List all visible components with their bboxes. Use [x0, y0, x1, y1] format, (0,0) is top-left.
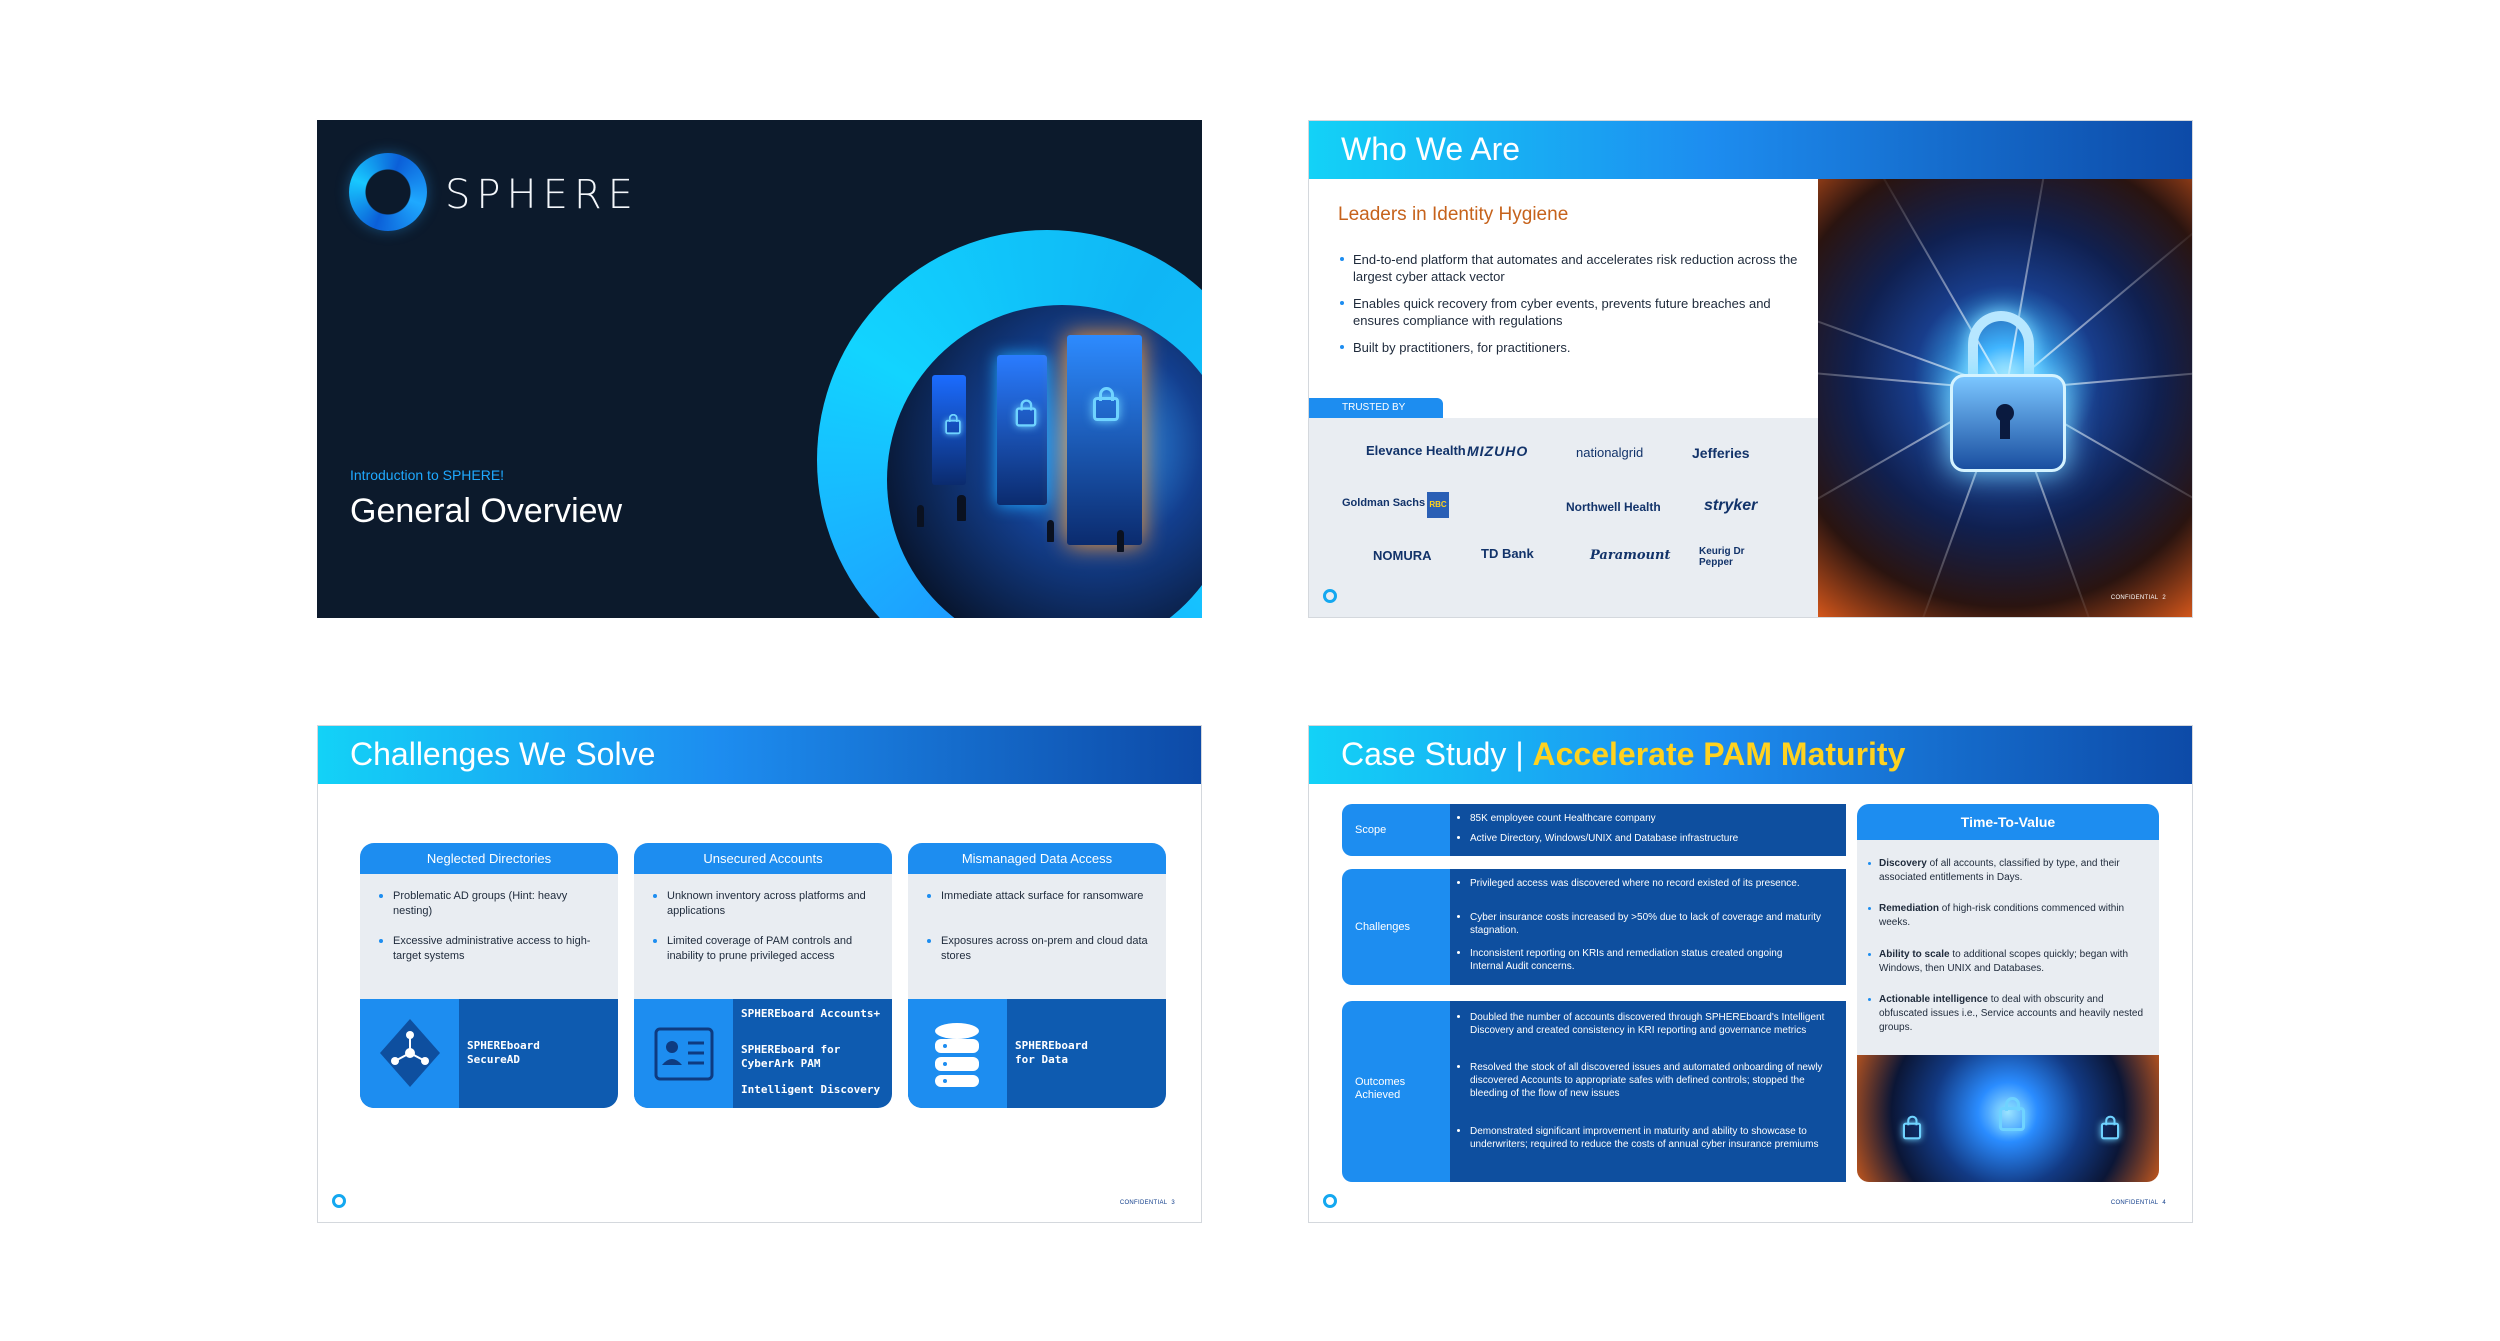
client-logo: NOMURA — [1373, 548, 1432, 563]
slide-kicker: Introduction to SPHERE! — [350, 467, 505, 483]
bullet-item: Resolved the stock of all discovered iss… — [1457, 1061, 1840, 1100]
footer-logo-icon — [1323, 1194, 1337, 1208]
sphere-logo-icon — [349, 153, 427, 231]
id-card-icon — [654, 1027, 714, 1081]
slide-title: Case Study | Accelerate PAM Maturity — [1341, 736, 1906, 772]
ttv-item: Remediation of high-risk conditions comm… — [1868, 902, 2149, 930]
client-logo: nationalgrid — [1576, 445, 1644, 460]
panel-header: Time-To-Value — [1857, 804, 2159, 840]
case-row-body: Doubled the number of accounts discovere… — [1450, 1001, 1846, 1182]
case-row-label: Challenges — [1342, 869, 1450, 985]
product-name: SPHEREboard — [467, 1039, 540, 1052]
client-logo: TD Bank — [1481, 546, 1534, 561]
lock-icon — [1968, 311, 2034, 383]
slide-subtitle: Leaders in Identity Hygiene — [1338, 204, 1569, 225]
bullet-item: Exposures across on-prem and cloud data … — [927, 934, 1156, 964]
client-logo: Jefferies — [1692, 445, 1750, 461]
slide-thumbnail-1[interactable]: SPHERE Introduction to SPHERE! General O… — [317, 120, 1202, 618]
bullet-item: End-to-end platform that automates and a… — [1340, 251, 1813, 285]
challenge-card: Mismanaged Data Access Immediate attack … — [908, 843, 1166, 1108]
bullet-item: 85K employee count Healthcare company — [1457, 812, 1840, 825]
bullet-item: Limited coverage of PAM controls and ina… — [653, 934, 882, 964]
client-logo: MIZUHO — [1467, 443, 1529, 459]
bullet-item: Privileged access was discovered where n… — [1457, 877, 1830, 890]
bullet-item: Enables quick recovery from cyber events… — [1340, 295, 1813, 329]
directory-network-icon — [380, 1019, 440, 1087]
product-name: SPHEREboard Accounts+ — [741, 1007, 881, 1020]
lock-icon — [1999, 1097, 2025, 1131]
bullet-item: Built by practitioners, for practitioner… — [1340, 339, 1813, 356]
client-logo-panel: Elevance Health MIZUHO nationalgrid Jeff… — [1309, 418, 1818, 617]
case-row-label: Scope — [1342, 804, 1450, 856]
cyber-lock-image — [1857, 1055, 2159, 1182]
slide-title: General Overview — [350, 492, 623, 530]
title-accent: Accelerate PAM Maturity — [1532, 736, 1906, 772]
bullet-item: Unknown inventory across platforms and a… — [653, 889, 882, 919]
confidential-label: CONFIDENTIAL — [2110, 1200, 2159, 1206]
slide-thumbnail-3[interactable]: Challenges We Solve Neglected Directorie… — [317, 725, 1202, 1223]
challenge-card: Unsecured Accounts Unknown inventory acr… — [634, 843, 892, 1108]
product-name: SPHEREboard for CyberArk PAM — [741, 1043, 841, 1070]
ttv-item: Actionable intelligence to deal with obs… — [1868, 993, 2149, 1035]
product-name: SPHEREboard — [1015, 1039, 1088, 1052]
bullet-item: Cyber insurance costs increased by >50% … — [1457, 911, 1840, 937]
product-name: Intelligent Discovery — [741, 1083, 881, 1096]
card-header: Unsecured Accounts — [634, 843, 892, 874]
product-panel: SPHEREboard for Data — [908, 999, 1166, 1108]
product-panel: SPHEREboard Accounts+ SPHEREboard for Cy… — [634, 999, 892, 1108]
client-logo: RBC — [1427, 492, 1449, 518]
slide-title: Challenges We Solve — [350, 736, 656, 772]
client-logo: Keurig Dr Pepper — [1699, 546, 1745, 568]
padlock-hero-image — [1818, 179, 2192, 617]
ttv-item: Ability to scale to additional scopes qu… — [1868, 948, 2149, 976]
time-to-value-panel: Time-To-Value Discovery of all accounts,… — [1857, 804, 2159, 1182]
challenge-card: Neglected Directories Problematic AD gro… — [360, 843, 618, 1108]
slide-thumbnail-2[interactable]: Who We Are Leaders in Identity Hygiene E… — [1308, 120, 2193, 618]
database-icon — [935, 1023, 979, 1087]
page-number: 2 — [2162, 595, 2166, 601]
product-name: SecureAD — [467, 1053, 520, 1066]
client-logo: Paramount — [1590, 548, 1671, 563]
card-header: Mismanaged Data Access — [908, 843, 1166, 874]
slide-title: Who We Are — [1341, 131, 1521, 167]
bullet-item: Doubled the number of accounts discovere… — [1457, 1011, 1840, 1037]
bullet-item: Excessive administrative access to high-… — [379, 934, 608, 964]
case-row-body: Privileged access was discovered where n… — [1450, 869, 1846, 985]
product-name: for Data — [1015, 1053, 1068, 1066]
bullet-item: Demonstrated significant improvement in … — [1457, 1125, 1840, 1151]
footer-logo-icon — [1323, 589, 1337, 603]
page-number: 3 — [1171, 1200, 1175, 1206]
bullet-item: Immediate attack surface for ransomware — [927, 889, 1156, 904]
logo-wordmark: SPHERE — [445, 172, 639, 218]
client-logo: Elevance Health — [1366, 443, 1466, 458]
product-panel: SPHEREboard SecureAD — [360, 999, 618, 1108]
case-row-label: Outcomes Achieved — [1342, 1001, 1450, 1182]
card-header: Neglected Directories — [360, 843, 618, 874]
bullet-item: Problematic AD groups (Hint: heavy nesti… — [379, 889, 608, 919]
bullet-item: Active Directory, Windows/UNIX and Datab… — [1457, 832, 1840, 845]
footer-logo-icon — [332, 1194, 346, 1208]
client-logo: stryker — [1704, 497, 1758, 514]
confidential-label: CONFIDENTIAL — [2110, 595, 2159, 601]
client-logo: Goldman Sachs — [1342, 497, 1426, 509]
bullet-item: Inconsistent reporting on KRIs and remed… — [1457, 947, 1810, 973]
page-number: 4 — [2162, 1200, 2166, 1206]
confidential-label: CONFIDENTIAL — [1119, 1200, 1168, 1206]
slide-thumbnail-4[interactable]: Case Study | Accelerate PAM Maturity Sco… — [1308, 725, 2193, 1223]
client-logo: Northwell Health — [1566, 500, 1661, 514]
trusted-by-label: TRUSTED BY — [1309, 398, 1443, 418]
ttv-item: Discovery of all accounts, classified by… — [1868, 857, 2149, 885]
case-row-body: 85K employee count Healthcare company Ac… — [1450, 804, 1846, 856]
